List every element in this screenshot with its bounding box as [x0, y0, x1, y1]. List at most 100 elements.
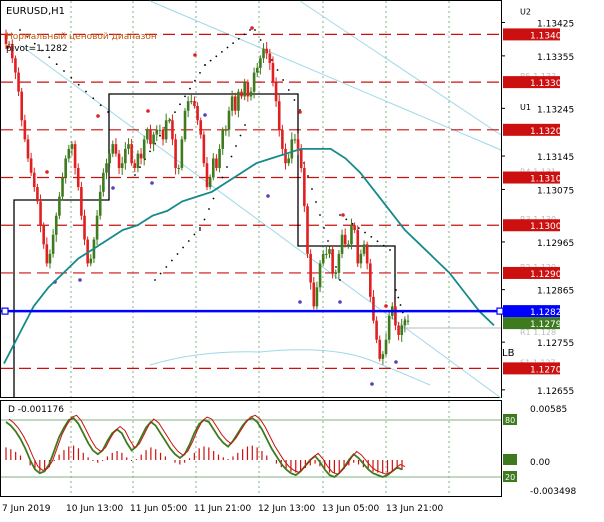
chart-window[interactable]: U2R5 1.133U1R4 1.131R3 1.130R2 1.129S1 1…: [0, 0, 604, 518]
candle-body: [397, 325, 400, 335]
sar-dot: [395, 289, 397, 291]
osc-tick-min: -0.003498: [530, 487, 576, 497]
price-tick-label: 1.13425: [537, 19, 574, 29]
sar-dot: [107, 111, 109, 113]
candle-body: [177, 167, 181, 169]
price-tick-label: 1.12865: [537, 287, 574, 297]
sar-dot: [203, 218, 206, 221]
osc-80-label: 80: [505, 416, 515, 425]
sar-dot: [55, 63, 58, 66]
candle-body: [161, 129, 165, 140]
osc-zero-box: [503, 454, 517, 465]
time-label: 10 Jun 13:00: [66, 504, 123, 514]
candle-body: [287, 158, 290, 164]
sar-dot: [311, 188, 313, 190]
candle-body: [199, 120, 203, 135]
sar-dot: [154, 279, 156, 281]
candle-body: [284, 148, 287, 164]
candle-body: [17, 72, 20, 92]
candle-body: [171, 120, 174, 140]
candle-body: [23, 120, 27, 140]
candle-body: [67, 148, 71, 159]
sar-dot: [235, 145, 237, 147]
candle-body: [350, 225, 353, 245]
candle-body: [186, 101, 190, 111]
sar-dot: [364, 231, 366, 234]
sar-dot: [194, 79, 196, 82]
sar-dot: [287, 89, 290, 91]
sar-dot: [226, 166, 228, 168]
candle-body: [180, 139, 184, 168]
time-axis: 7 Jun 2019 10 Jun 13:00 11 Jun 05:00 11 Jun…: [2, 504, 443, 514]
candle-body: [111, 144, 115, 154]
pivot-handle-left: [1, 307, 9, 315]
sar-dot: [319, 214, 321, 216]
candle-body: [20, 91, 24, 121]
candle-body: [381, 354, 385, 359]
sar-dot: [221, 176, 224, 179]
fractal-marker: [384, 304, 388, 308]
candle-body: [293, 139, 297, 141]
candle-body: [61, 177, 64, 197]
candle-body: [76, 167, 80, 188]
level-label: U1: [520, 103, 531, 112]
price-tick-label: 1.13075: [537, 186, 574, 196]
candle-body: [265, 48, 268, 54]
candle-body: [224, 129, 228, 131]
sar-dot: [77, 83, 80, 86]
sar-dot: [184, 95, 186, 98]
sar-dot: [199, 227, 201, 229]
fractal-marker: [111, 186, 115, 190]
candle-body: [73, 144, 77, 168]
sar-dot: [232, 42, 235, 44]
sar-dot: [307, 175, 309, 177]
candle-body: [271, 63, 275, 83]
candle-body: [48, 253, 52, 264]
candle-body: [227, 110, 231, 130]
candle-body: [51, 234, 55, 254]
candle-body: [312, 282, 316, 307]
candle-body: [26, 139, 30, 159]
candle-body: [36, 187, 39, 202]
sar-dot: [174, 111, 176, 113]
candle-body: [384, 339, 388, 355]
sar-dot: [159, 134, 161, 137]
candle-body: [42, 225, 45, 245]
candle-body: [193, 101, 196, 106]
fractal-marker: [150, 181, 154, 185]
sar-dot: [221, 51, 223, 53]
candle-body: [146, 129, 149, 140]
candle-body: [155, 129, 159, 135]
sar-dot: [237, 37, 240, 40]
trading-chart[interactable]: U2R5 1.133U1R4 1.131R3 1.130R2 1.129S1 1…: [0, 0, 604, 518]
candle-body: [387, 315, 391, 340]
candle-body: [98, 191, 102, 216]
sar-dot: [239, 134, 242, 137]
fractal-marker: [298, 300, 302, 304]
candle-body: [233, 96, 237, 111]
candle-body: [105, 163, 108, 173]
candle-body: [80, 187, 83, 216]
sar-dot: [176, 253, 179, 255]
sar-dot: [187, 240, 190, 242]
level-price-text: 1.12900: [530, 270, 567, 280]
candle-body: [296, 139, 300, 149]
sar-dot: [204, 64, 206, 66]
sar-dot: [215, 55, 218, 58]
sar-dot: [397, 296, 400, 299]
sar-dot: [208, 208, 210, 210]
candle-body: [372, 296, 375, 321]
candle-body: [117, 153, 121, 168]
candle-body: [70, 144, 74, 149]
fractal-marker: [96, 114, 100, 118]
candle-body: [375, 320, 378, 340]
sar-dot: [179, 103, 181, 106]
fractal-marker: [250, 26, 254, 30]
candle-body: [168, 120, 171, 122]
candle-body: [369, 263, 372, 297]
candle-body: [164, 120, 168, 140]
fractal-marker: [146, 109, 150, 113]
sar-dot: [92, 97, 95, 100]
fractal-marker: [45, 170, 49, 174]
candle-body: [189, 101, 193, 103]
